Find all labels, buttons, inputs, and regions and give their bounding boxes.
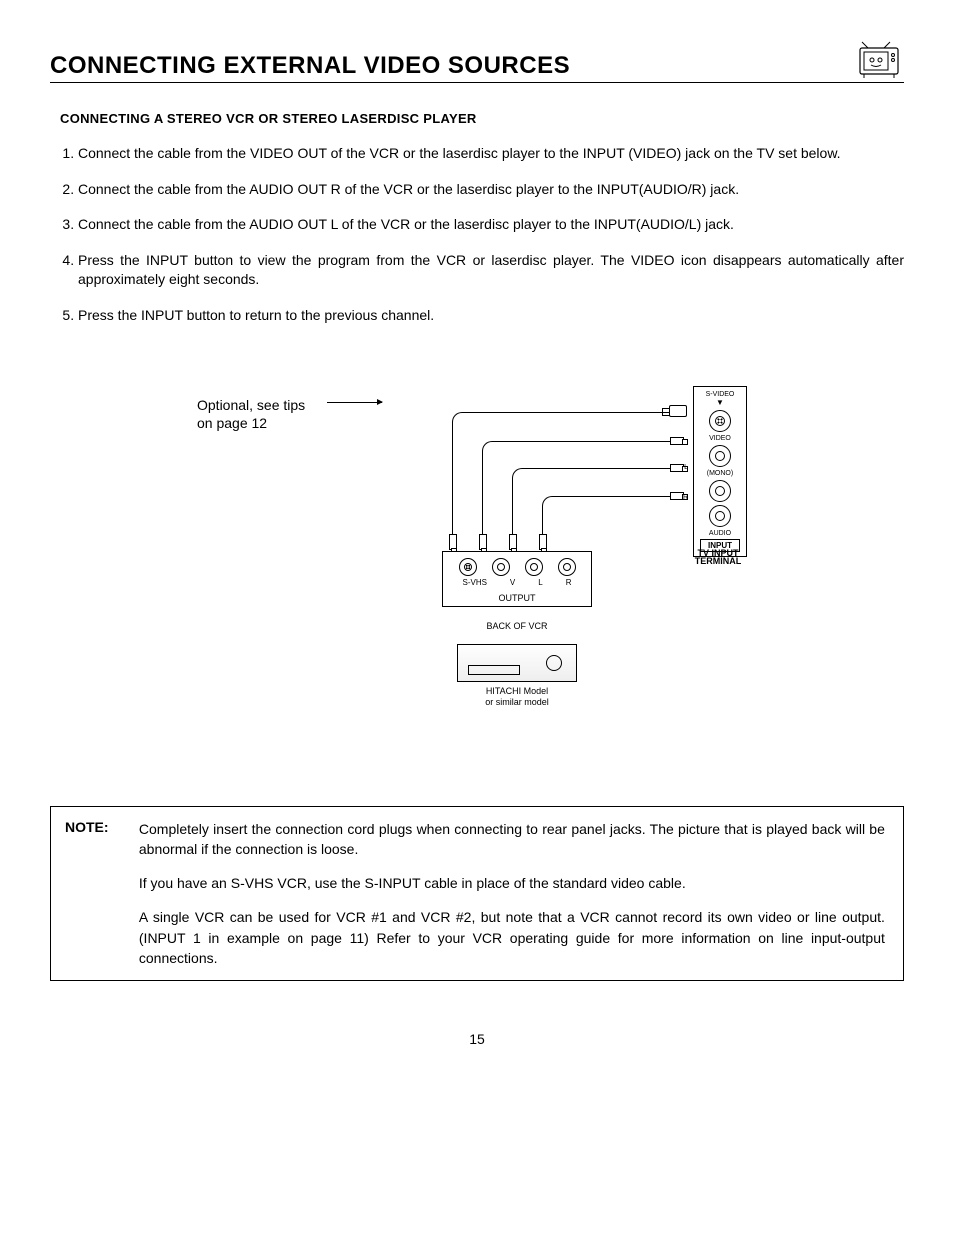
step-item: Connect the cable from the AUDIO OUT L o… <box>78 215 904 235</box>
svideo-label: S-VIDEO <box>694 391 746 398</box>
tv-character-icon <box>854 40 904 80</box>
arrow-icon <box>327 402 382 403</box>
rca-plug-icon <box>479 534 487 550</box>
connection-diagram: Optional, see tips on page 12 S-VIDEO ▼ … <box>197 366 757 746</box>
video-label: VIDEO <box>694 435 746 442</box>
note-body: Completely insert the connection cord pl… <box>139 819 885 969</box>
rca-plug-icon <box>670 464 684 472</box>
vcr-r-jack-icon <box>558 558 576 576</box>
step-item: Press the INPUT button to view the progr… <box>78 251 904 290</box>
vcr-model-label: HITACHI Model or similar model <box>457 686 577 709</box>
svideo-plug-icon <box>669 405 687 417</box>
vcr-jack-label: S-VHS <box>462 578 486 587</box>
steps-list: Connect the cable from the VIDEO OUT of … <box>60 144 904 326</box>
model-line1: HITACHI Model <box>486 686 548 696</box>
vcr-svhs-jack-icon <box>459 558 477 576</box>
vcr-jack-label: L <box>538 578 542 587</box>
video-jack-icon <box>709 445 731 467</box>
svideo-jack-icon <box>709 410 731 432</box>
note-paragraph: A single VCR can be used for VCR #1 and … <box>139 907 885 968</box>
note-paragraph: Completely insert the connection cord pl… <box>139 819 885 860</box>
page-number: 15 <box>50 1031 904 1047</box>
vcr-output-panel: S-VHS V L R OUTPUT <box>442 551 592 607</box>
cable-audio-r <box>542 496 685 544</box>
rca-plug-icon <box>670 437 684 445</box>
rca-plug-icon <box>509 534 517 550</box>
page-header: CONNECTING EXTERNAL VIDEO SOURCES <box>50 40 904 83</box>
diagram-body: S-VIDEO ▼ VIDEO (MONO) AUDIO INPUT L R T… <box>387 386 747 726</box>
vcr-jack-label: V <box>510 578 515 587</box>
l-side-label: L <box>684 464 688 471</box>
page-title: CONNECTING EXTERNAL VIDEO SOURCES <box>50 52 570 80</box>
note-paragraph: If you have an S-VHS VCR, use the S-INPU… <box>139 873 885 893</box>
tip-line2: on page 12 <box>197 415 267 431</box>
vcr-l-jack-icon <box>525 558 543 576</box>
audio-r-jack-icon <box>709 505 731 527</box>
tip-line1: Optional, see tips <box>197 397 305 413</box>
back-of-vcr-label: BACK OF VCR <box>442 621 592 631</box>
section-heading: CONNECTING A STEREO VCR OR STEREO LASERD… <box>60 111 904 126</box>
step-item: Press the INPUT button to return to the … <box>78 306 904 326</box>
vcr-device-icon <box>457 644 577 682</box>
audio-label: AUDIO <box>694 530 746 537</box>
rca-plug-icon <box>449 534 457 550</box>
rca-plug-icon <box>539 534 547 550</box>
vcr-v-jack-icon <box>492 558 510 576</box>
output-label: OUTPUT <box>451 593 583 603</box>
rca-plug-icon <box>670 492 684 500</box>
vcr-jack-label: R <box>566 578 572 587</box>
tv-input-terminal: S-VIDEO ▼ VIDEO (MONO) AUDIO INPUT <box>693 386 747 558</box>
optional-tip-label: Optional, see tips on page 12 <box>197 396 305 432</box>
step-item: Connect the cable from the VIDEO OUT of … <box>78 144 904 164</box>
r-side-label: R <box>683 494 688 501</box>
note-box: NOTE: Completely insert the connection c… <box>50 806 904 982</box>
mono-label: (MONO) <box>694 470 746 477</box>
model-line2: or similar model <box>485 697 549 707</box>
terminal-label: TERMINAL <box>683 556 753 566</box>
step-item: Connect the cable from the AUDIO OUT R o… <box>78 180 904 200</box>
audio-l-jack-icon <box>709 480 731 502</box>
note-label: NOTE: <box>65 819 135 835</box>
